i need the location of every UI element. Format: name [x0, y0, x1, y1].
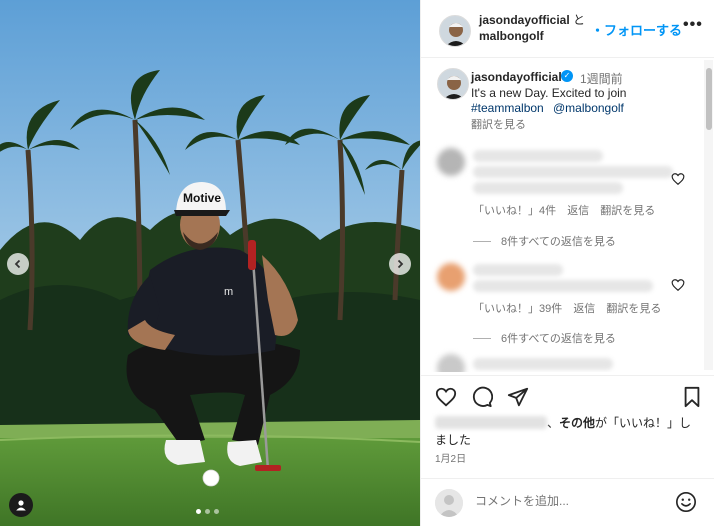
- coauthor-username[interactable]: malbongolf: [479, 28, 585, 44]
- scrollbar-thumb[interactable]: [706, 68, 712, 130]
- avatar[interactable]: [437, 68, 469, 100]
- likes-separator: 、: [547, 416, 560, 430]
- user-icon: [16, 500, 26, 511]
- default-avatar-icon: [435, 489, 463, 517]
- blurred-liker-name[interactable]: [435, 416, 547, 429]
- heart-icon[interactable]: [671, 172, 685, 186]
- heart-icon[interactable]: [671, 278, 685, 292]
- view-replies-button[interactable]: 6件すべての返信を見る: [473, 330, 616, 346]
- likes-summary: 、その他が「いいね！」し ました: [435, 415, 705, 449]
- hashtag-link[interactable]: #teammalbon: [471, 101, 544, 115]
- avatar[interactable]: [439, 15, 471, 47]
- post-header: jasondayofficial と malbongolf ・フォローする ••…: [421, 0, 714, 58]
- caption-username[interactable]: jasondayofficial: [471, 70, 562, 84]
- golfer-photo-image: Motive m: [0, 0, 420, 526]
- blurred-comment-text: [473, 150, 603, 162]
- post-photo[interactable]: Motive m: [0, 0, 420, 526]
- and-label: と: [573, 13, 586, 27]
- comment-likes[interactable]: 「いいね！」4件: [473, 205, 556, 217]
- post-date[interactable]: 1月2日: [435, 450, 466, 465]
- svg-text:m: m: [224, 286, 233, 298]
- likes-suffix: が「いいね！」し: [595, 416, 692, 430]
- comment-input[interactable]: [475, 494, 655, 508]
- caption-text: It's a new Day. Excited to join: [471, 86, 627, 100]
- view-replies-label: 6件すべての返信を見る: [501, 333, 616, 345]
- add-comment-bar: [421, 478, 714, 526]
- avatar[interactable]: [437, 263, 465, 291]
- comment-meta: 「いいね！」39件 返信 翻訳を見る: [473, 300, 669, 316]
- likes-suffix-line2: ました: [435, 433, 472, 447]
- bookmark-icon[interactable]: [681, 386, 703, 408]
- verified-icon: ✓: [561, 70, 573, 82]
- avatar: [435, 489, 463, 517]
- comment-icon[interactable]: [471, 386, 493, 408]
- avatar[interactable]: [437, 354, 465, 372]
- replies-divider: [473, 240, 491, 242]
- reply-button[interactable]: 返信: [567, 205, 589, 217]
- caption-timestamp[interactable]: 1週間前: [580, 70, 623, 87]
- mention-link[interactable]: @malbongolf: [553, 101, 624, 115]
- comment-likes[interactable]: 「いいね！」39件: [473, 303, 562, 315]
- reply-button[interactable]: 返信: [573, 303, 595, 315]
- author-username[interactable]: jasondayofficial: [479, 13, 570, 27]
- share-icon[interactable]: [507, 386, 529, 408]
- cap-logo-text: Motive: [183, 191, 221, 205]
- translate-link[interactable]: 翻訳を見る: [600, 205, 655, 217]
- chevron-right-icon: [397, 259, 404, 269]
- translate-link[interactable]: 翻訳を見る: [471, 116, 526, 132]
- view-replies-button[interactable]: 8件すべての返信を見る: [473, 233, 616, 249]
- carousel-next-button[interactable]: [389, 253, 411, 275]
- blurred-comment-text: [473, 280, 653, 292]
- more-options-icon[interactable]: •••: [683, 16, 703, 34]
- heart-icon[interactable]: [435, 386, 457, 408]
- translate-link[interactable]: 翻訳を見る: [606, 303, 661, 315]
- follow-button[interactable]: ・フォローする: [591, 20, 682, 39]
- likes-others-link[interactable]: その他: [559, 416, 595, 430]
- replies-divider: [473, 337, 491, 339]
- blurred-comment-text: [473, 358, 613, 370]
- blurred-comment-text: [473, 264, 563, 276]
- emoji-icon[interactable]: [675, 491, 697, 513]
- author-names: jasondayofficial と malbongolf: [479, 12, 585, 44]
- blurred-comment-text: [473, 166, 673, 178]
- profile-picture: [438, 69, 468, 99]
- view-replies-label: 8件すべての返信を見る: [501, 236, 616, 248]
- profile-picture: [440, 16, 470, 46]
- carousel-prev-button[interactable]: [7, 253, 29, 275]
- tagged-users-button[interactable]: [9, 493, 33, 517]
- carousel-dots: [196, 509, 219, 514]
- chevron-left-icon: [14, 259, 21, 269]
- avatar[interactable]: [437, 148, 465, 176]
- carousel-dot: [196, 509, 201, 514]
- blurred-comment-text: [473, 182, 623, 194]
- carousel-dot: [214, 509, 219, 514]
- post-details-panel: jasondayofficial と malbongolf ・フォローする ••…: [420, 0, 714, 526]
- carousel-dot: [205, 509, 210, 514]
- comment-meta: 「いいね！」4件 返信 翻訳を見る: [473, 202, 663, 218]
- post-action-bar: [421, 375, 714, 415]
- comments-scroll-area[interactable]: jasondayofficial ✓ 1週間前 It's a new Day. …: [421, 58, 714, 372]
